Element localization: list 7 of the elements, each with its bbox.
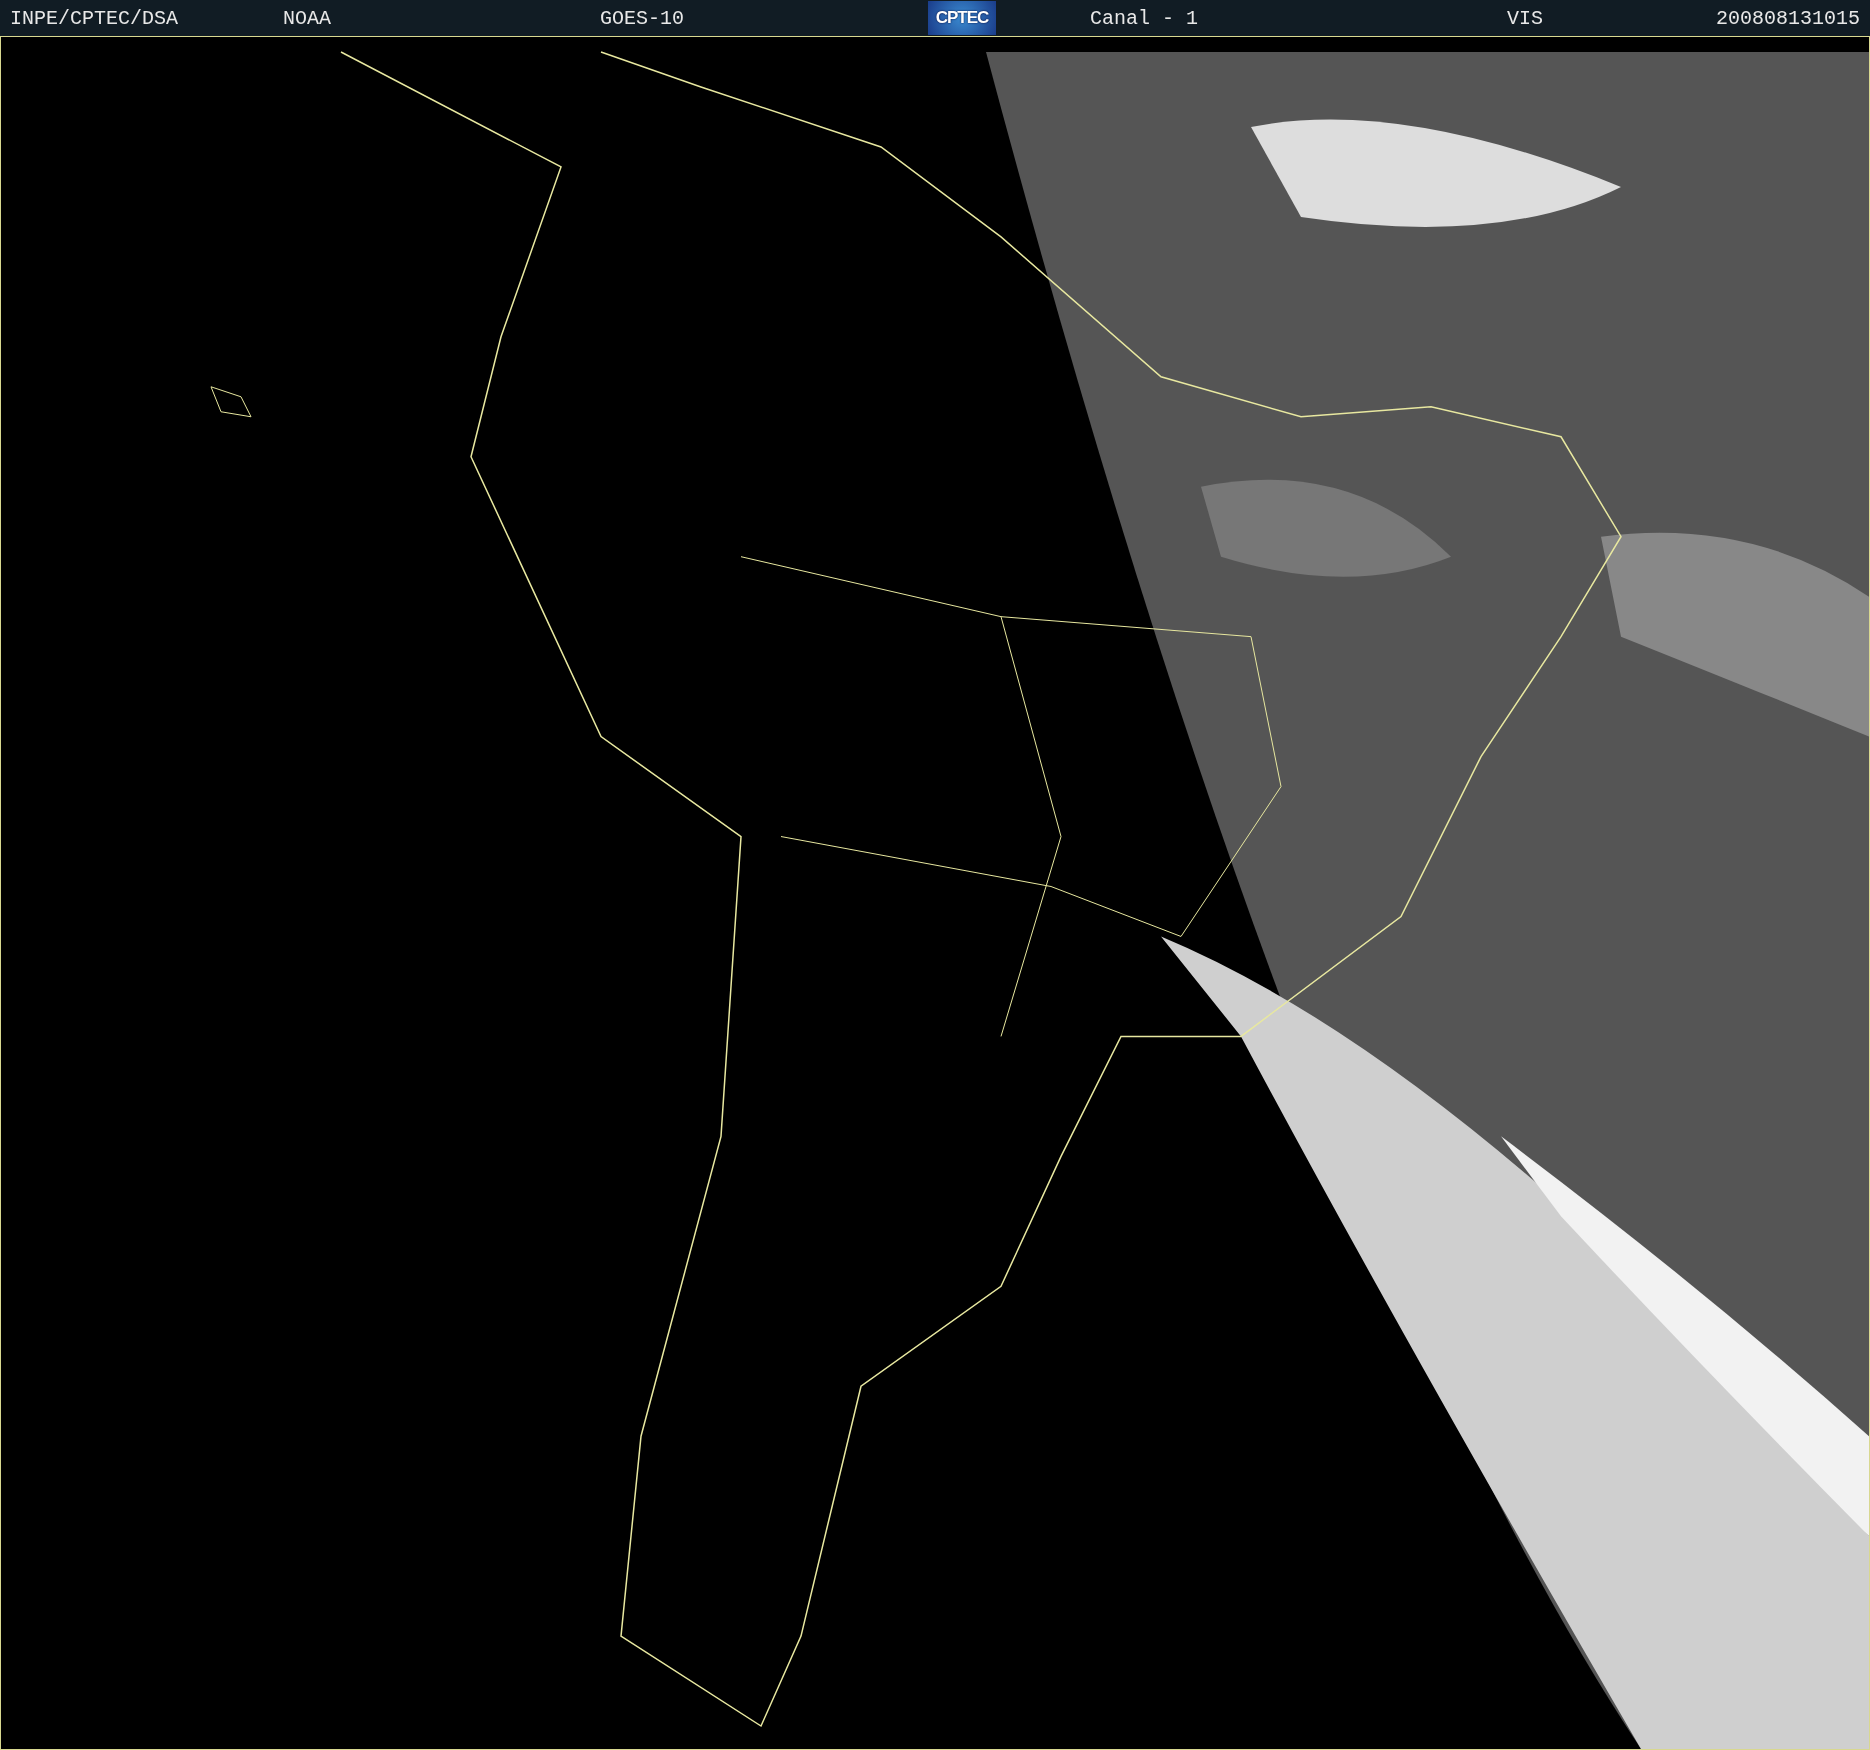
channel-label: Canal - 1 bbox=[1089, 6, 1199, 30]
source-label: INPE/CPTEC/DSA bbox=[10, 6, 179, 30]
agency-label: NOAA bbox=[283, 6, 331, 30]
timestamp-label: 200808131015 bbox=[1715, 6, 1860, 30]
satellite-label: GOES-10 bbox=[600, 6, 684, 30]
band-label: VIS bbox=[1507, 6, 1543, 30]
logo: CPTEC bbox=[928, 1, 996, 35]
